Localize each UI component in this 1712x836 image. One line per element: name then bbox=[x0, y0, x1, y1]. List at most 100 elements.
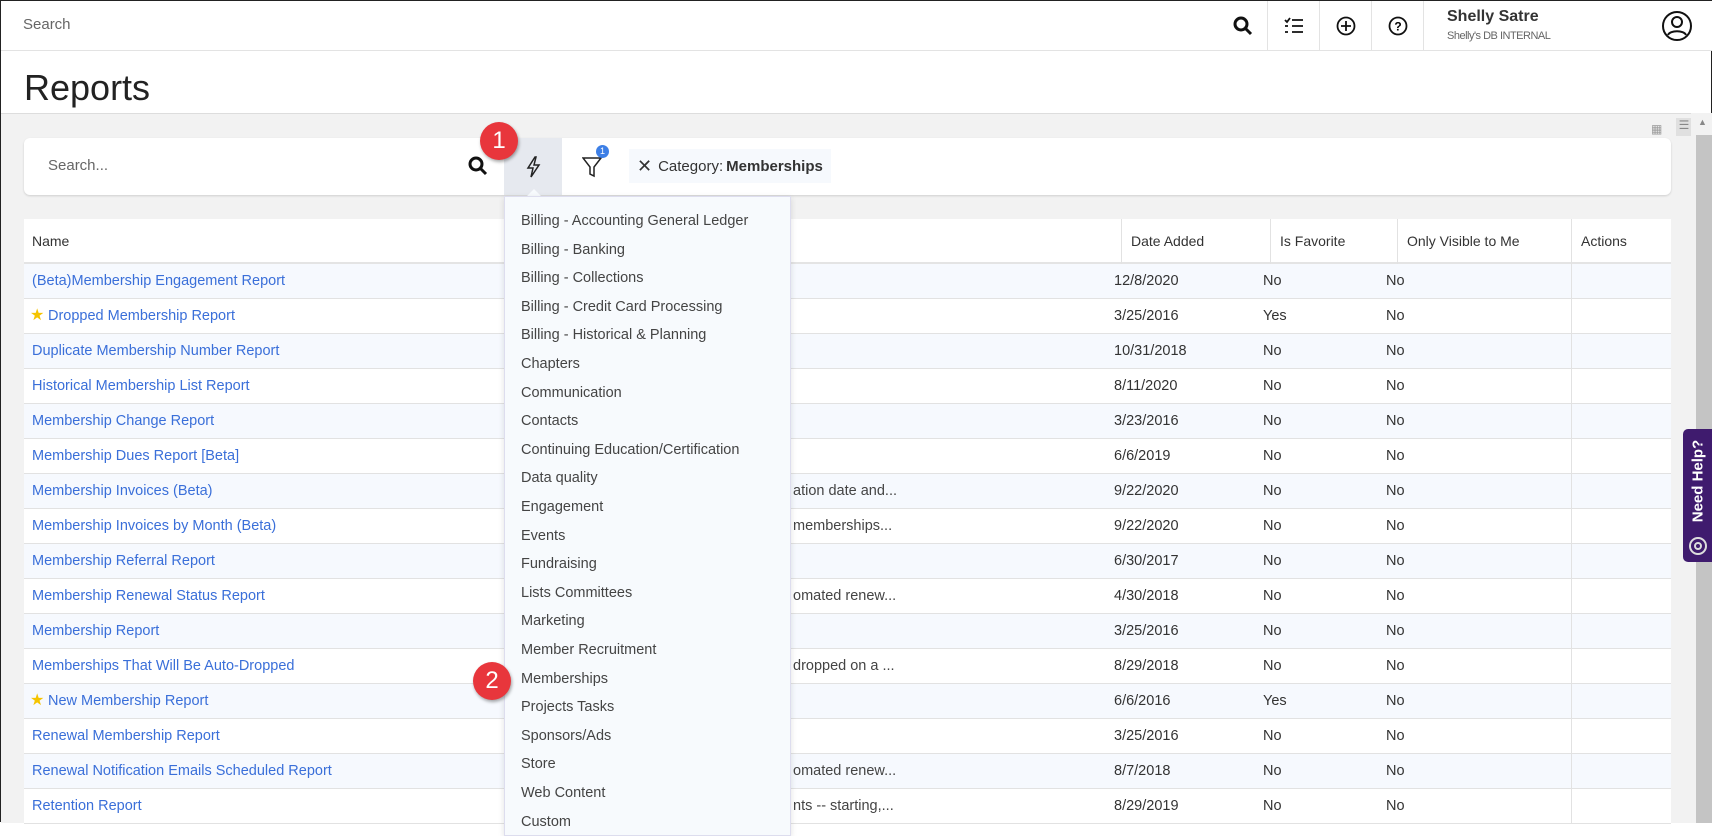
only-visible: No bbox=[1386, 693, 1405, 709]
category-option[interactable]: Events bbox=[521, 528, 565, 544]
category-option[interactable]: Web Content bbox=[521, 785, 605, 801]
report-link[interactable]: Membership Referral Report bbox=[32, 553, 215, 569]
category-option[interactable]: Data quality bbox=[521, 470, 598, 486]
header-only-visible[interactable]: Only Visible to Me bbox=[1407, 219, 1520, 264]
category-option[interactable]: Lists Committees bbox=[521, 585, 632, 601]
task-list-icon[interactable] bbox=[1267, 1, 1319, 51]
category-option[interactable]: Engagement bbox=[521, 499, 603, 515]
report-link[interactable]: Membership Invoices (Beta) bbox=[32, 483, 213, 499]
only-visible: No bbox=[1386, 553, 1405, 569]
add-circle-icon[interactable] bbox=[1319, 1, 1371, 51]
report-description: memberships... bbox=[793, 518, 893, 534]
category-option[interactable]: Continuing Education/Certification bbox=[521, 442, 739, 458]
is-favorite: No bbox=[1263, 378, 1282, 394]
report-link[interactable]: Membership Renewal Status Report bbox=[32, 588, 265, 604]
category-option[interactable]: Marketing bbox=[521, 613, 585, 629]
report-link[interactable]: Membership Report bbox=[32, 623, 159, 639]
reports-table: Name Date Added Is Favorite Only Visible… bbox=[24, 219, 1671, 824]
table-row: Historical Membership List Report 8/11/20… bbox=[24, 369, 1671, 404]
table-row: Membership Invoices by Month (Beta) membe… bbox=[24, 509, 1671, 544]
date-added: 3/23/2016 bbox=[1114, 413, 1179, 429]
category-option[interactable]: Billing - Historical & Planning bbox=[521, 327, 706, 343]
date-added: 12/8/2020 bbox=[1114, 273, 1179, 289]
only-visible: No bbox=[1386, 798, 1405, 814]
category-option[interactable]: Billing - Accounting General Ledger bbox=[521, 213, 748, 229]
category-option[interactable]: Billing - Banking bbox=[521, 242, 625, 258]
header-is-favorite[interactable]: Is Favorite bbox=[1280, 219, 1345, 264]
category-option[interactable]: Memberships bbox=[521, 671, 608, 687]
list-view-icon[interactable]: ☰ bbox=[1676, 118, 1692, 136]
report-description: omated renew... bbox=[793, 588, 897, 604]
only-visible: No bbox=[1386, 658, 1405, 674]
report-search-input[interactable]: Search... bbox=[48, 157, 108, 174]
is-favorite: No bbox=[1263, 623, 1282, 639]
report-link[interactable]: Retention Report bbox=[32, 798, 142, 814]
only-visible: No bbox=[1386, 588, 1405, 604]
category-option[interactable]: Contacts bbox=[521, 413, 578, 429]
need-help-tab[interactable]: Need Help? bbox=[1683, 429, 1712, 562]
report-link[interactable]: Renewal Notification Emails Scheduled Re… bbox=[32, 763, 332, 779]
filter-icon bbox=[581, 157, 603, 178]
search-icon[interactable] bbox=[468, 156, 488, 181]
date-added: 9/22/2020 bbox=[1114, 483, 1179, 499]
report-link[interactable]: Dropped Membership Report bbox=[48, 308, 235, 324]
category-option[interactable]: Billing - Collections bbox=[521, 270, 644, 286]
user-name: Shelly Satre bbox=[1447, 8, 1539, 25]
grid-view-icon[interactable]: ▦ bbox=[1651, 122, 1662, 136]
is-favorite: No bbox=[1263, 273, 1282, 289]
header-name[interactable]: Name bbox=[32, 219, 69, 264]
table-row: Retention Report nts -- starting,... 8/29/… bbox=[24, 789, 1671, 824]
date-added: 3/25/2016 bbox=[1114, 308, 1179, 324]
help-circle-icon[interactable]: ? bbox=[1371, 1, 1423, 51]
only-visible: No bbox=[1386, 763, 1405, 779]
date-added: 9/22/2020 bbox=[1114, 518, 1179, 534]
report-link[interactable]: Membership Change Report bbox=[32, 413, 214, 429]
report-link[interactable]: Historical Membership List Report bbox=[32, 378, 250, 394]
table-row: Membership Renewal Status Report omated r… bbox=[24, 579, 1671, 614]
favorite-star-icon: ★ bbox=[30, 692, 45, 709]
is-favorite: Yes bbox=[1263, 693, 1287, 709]
report-description: dropped on a ... bbox=[793, 658, 895, 674]
report-link[interactable]: Duplicate Membership Number Report bbox=[32, 343, 279, 359]
user-avatar-icon[interactable] bbox=[1661, 10, 1693, 47]
search-icon[interactable] bbox=[1217, 1, 1269, 51]
filter-button[interactable]: 1 bbox=[581, 145, 609, 184]
is-favorite: No bbox=[1263, 728, 1282, 744]
header-date-added[interactable]: Date Added bbox=[1131, 219, 1204, 264]
report-link[interactable]: Membership Dues Report [Beta] bbox=[32, 448, 239, 464]
date-added: 8/29/2018 bbox=[1114, 658, 1179, 674]
is-favorite: No bbox=[1263, 343, 1282, 359]
category-option[interactable]: Sponsors/Ads bbox=[521, 728, 611, 744]
table-row: Duplicate Membership Number Report 10/31/… bbox=[24, 334, 1671, 369]
category-option[interactable]: Projects Tasks bbox=[521, 699, 614, 715]
report-link[interactable]: (Beta)Membership Engagement Report bbox=[32, 273, 285, 289]
date-added: 10/31/2018 bbox=[1114, 343, 1187, 359]
remove-filter-icon[interactable]: ✕ bbox=[637, 156, 652, 177]
table-row: Membership Invoices (Beta) ation date and… bbox=[24, 474, 1671, 509]
date-added: 6/6/2019 bbox=[1114, 448, 1171, 464]
table-row: (Beta)Membership Engagement Report 12/8/2… bbox=[24, 264, 1671, 299]
category-option[interactable]: Communication bbox=[521, 385, 622, 401]
category-option[interactable]: Fundraising bbox=[521, 556, 597, 572]
report-link[interactable]: New Membership Report bbox=[48, 693, 208, 709]
table-row: Membership Referral Report 6/30/2017 No No bbox=[24, 544, 1671, 579]
date-added: 3/25/2016 bbox=[1114, 623, 1179, 639]
table-row: Memberships That Will Be Auto-Dropped dro… bbox=[24, 649, 1671, 684]
step-badge-1: 1 bbox=[480, 122, 518, 160]
category-option[interactable]: Member Recruitment bbox=[521, 642, 656, 658]
category-option[interactable]: Store bbox=[521, 756, 556, 772]
table-row: ★ Dropped Membership Report 3/25/2016 Yes No bbox=[24, 299, 1671, 334]
report-link[interactable]: Memberships That Will Be Auto-Dropped bbox=[32, 658, 294, 674]
category-option[interactable]: Chapters bbox=[521, 356, 580, 372]
is-favorite: No bbox=[1263, 448, 1282, 464]
report-description: ation date and... bbox=[793, 483, 897, 499]
report-link[interactable]: Renewal Membership Report bbox=[32, 728, 220, 744]
global-search-input[interactable]: Search bbox=[23, 16, 71, 33]
table-row: Renewal Notification Emails Scheduled Re… bbox=[24, 754, 1671, 789]
table-row: Renewal Membership Report 3/25/2016 No No bbox=[24, 719, 1671, 754]
lightning-icon bbox=[526, 155, 541, 177]
report-link[interactable]: Membership Invoices by Month (Beta) bbox=[32, 518, 276, 534]
table-row: Membership Dues Report [Beta] 6/6/2019 No N… bbox=[24, 439, 1671, 474]
report-description: omated renew... bbox=[793, 763, 897, 779]
category-option[interactable]: Billing - Credit Card Processing bbox=[521, 299, 722, 315]
